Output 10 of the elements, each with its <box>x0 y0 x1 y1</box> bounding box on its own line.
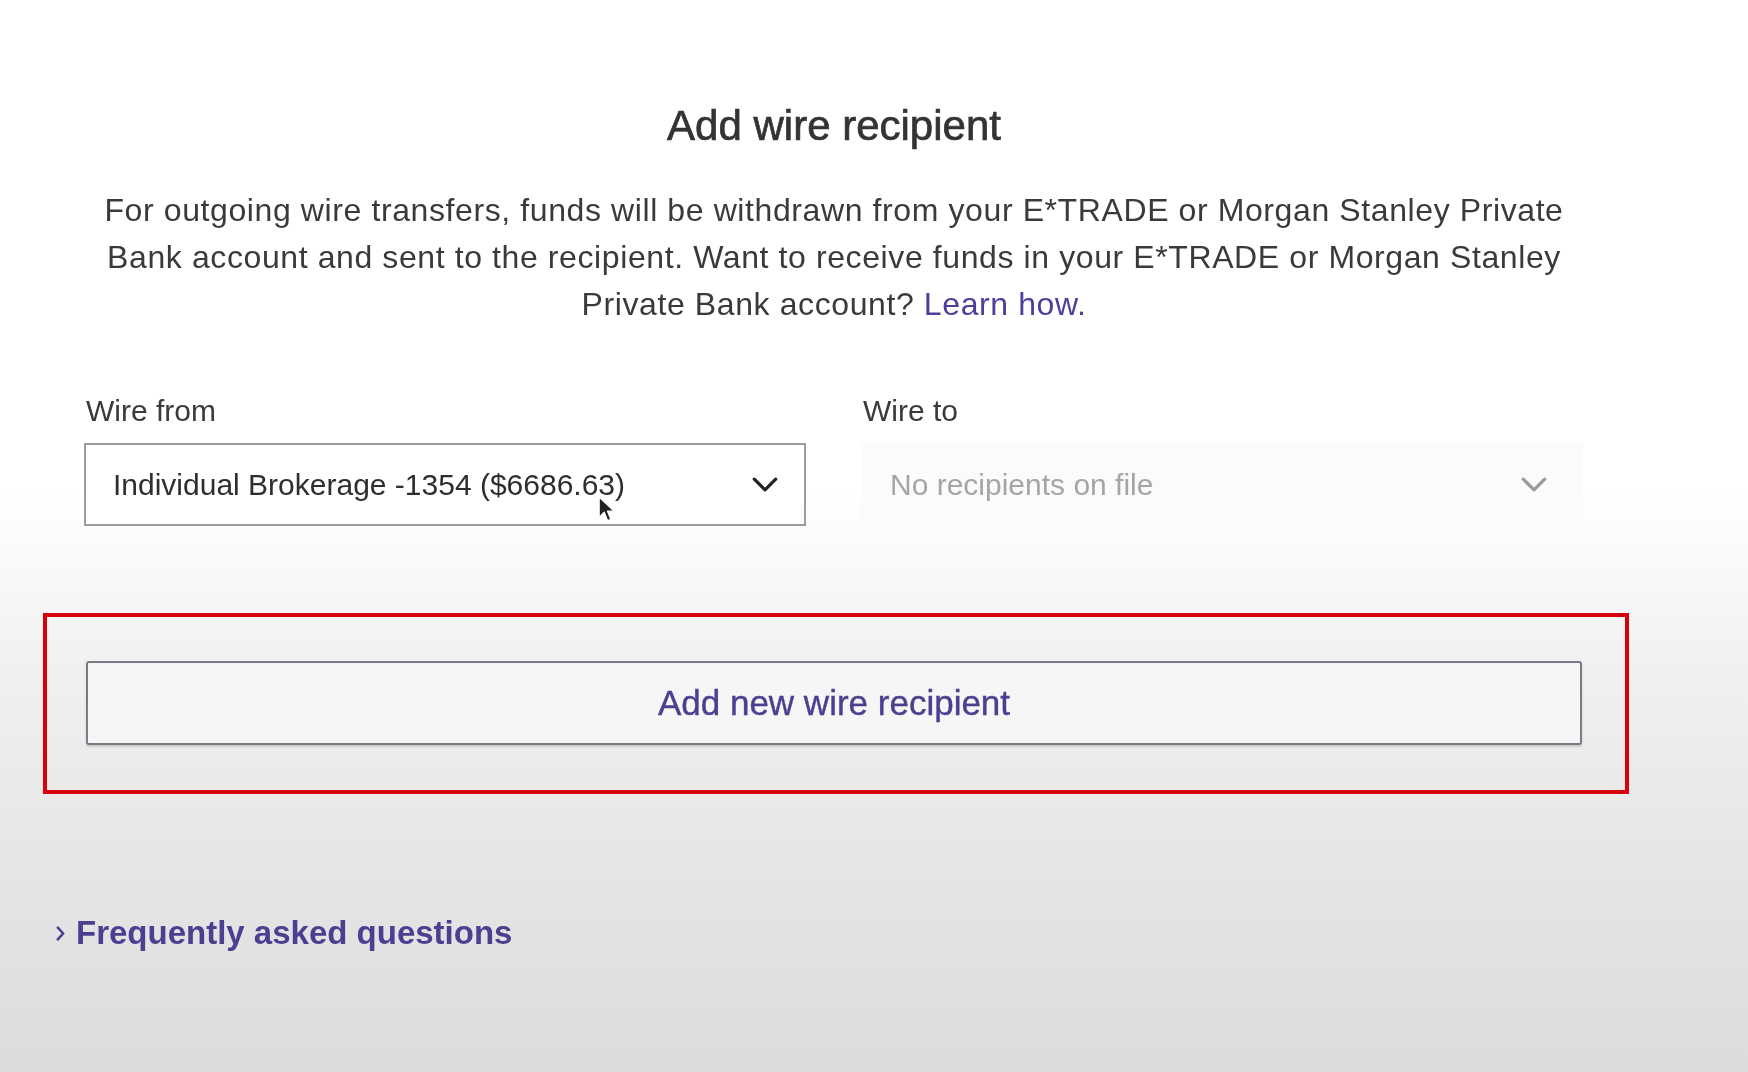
field-label: Wire to <box>863 393 958 429</box>
chevron-down-icon <box>1521 477 1547 492</box>
field-label: Wire from <box>86 393 216 429</box>
add-recipient-button[interactable]: Add new wire recipient <box>86 661 1582 745</box>
faq-link[interactable]: Frequently asked questions <box>76 911 513 955</box>
page-title: Add wire recipient <box>667 101 1001 151</box>
intro-text: For outgoing wire transfers, funds will be withdrawn from your E*TRADE or Morgan Stanley Private Bank account and sent to the recipient. Want to receive funds in your E*TRADE or Morgan Stanley Private Bank account? Learn how. <box>103 191 1565 324</box>
chevron-down-icon <box>752 477 778 492</box>
dropdown[interactable]: Individual Brokerage -1354 ($6686.63) <box>84 443 806 526</box>
learn-how-link[interactable]: Learn how. <box>923 286 1087 322</box>
